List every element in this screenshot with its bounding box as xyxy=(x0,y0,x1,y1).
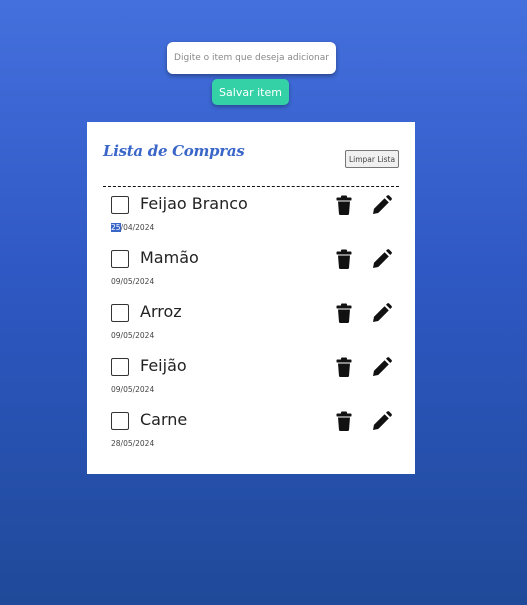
item-name: Feijao Branco xyxy=(140,194,248,213)
item-date: 25/04/2024 xyxy=(111,223,154,232)
item-input[interactable] xyxy=(167,42,336,74)
divider xyxy=(103,186,399,187)
item-date-rest: /04/2024 xyxy=(120,223,155,232)
pencil-icon xyxy=(373,195,392,214)
item-list: Feijao Branco 25/04/2024 Mamão 09/05/202… xyxy=(87,192,415,462)
item-checkbox[interactable] xyxy=(111,358,129,376)
trash-icon xyxy=(336,357,352,377)
item-checkbox[interactable] xyxy=(111,412,129,430)
list-item: Feijao Branco 25/04/2024 xyxy=(87,192,415,246)
item-name: Carne xyxy=(140,410,188,429)
edit-button[interactable] xyxy=(372,411,392,431)
item-checkbox[interactable] xyxy=(111,250,129,268)
item-date: 09/05/2024 xyxy=(111,277,155,286)
save-item-button[interactable]: Salvar item xyxy=(212,79,289,105)
pencil-icon xyxy=(373,303,392,322)
list-item: Arroz 09/05/2024 xyxy=(87,300,415,354)
list-item: Carne 28/05/2024 xyxy=(87,408,415,462)
edit-button[interactable] xyxy=(372,303,392,323)
delete-button[interactable] xyxy=(335,303,353,323)
delete-button[interactable] xyxy=(335,411,353,431)
edit-button[interactable] xyxy=(372,249,392,269)
list-item: Mamão 09/05/2024 xyxy=(87,246,415,300)
pencil-icon xyxy=(373,249,392,268)
shopping-list-card: Lista de Compras Limpar Lista Feijao Bra… xyxy=(87,122,415,474)
selected-text: 25 xyxy=(111,223,121,232)
edit-button[interactable] xyxy=(372,357,392,377)
item-name: Arroz xyxy=(140,302,182,321)
item-name: Feijão xyxy=(140,356,187,375)
delete-button[interactable] xyxy=(335,357,353,377)
pencil-icon xyxy=(373,357,392,376)
delete-button[interactable] xyxy=(335,249,353,269)
list-item: Feijão 09/05/2024 xyxy=(87,354,415,408)
trash-icon xyxy=(336,303,352,323)
item-date: 09/05/2024 xyxy=(111,385,155,394)
trash-icon xyxy=(336,195,352,215)
pencil-icon xyxy=(373,411,392,430)
item-name: Mamão xyxy=(140,248,199,267)
trash-icon xyxy=(336,249,352,269)
item-date: 28/05/2024 xyxy=(111,439,155,448)
list-title: Lista de Compras xyxy=(103,142,245,160)
clear-list-button[interactable]: Limpar Lista xyxy=(345,150,399,168)
edit-button[interactable] xyxy=(372,195,392,215)
item-checkbox[interactable] xyxy=(111,304,129,322)
trash-icon xyxy=(336,411,352,431)
item-checkbox[interactable] xyxy=(111,196,129,214)
item-date: 09/05/2024 xyxy=(111,331,155,340)
delete-button[interactable] xyxy=(335,195,353,215)
